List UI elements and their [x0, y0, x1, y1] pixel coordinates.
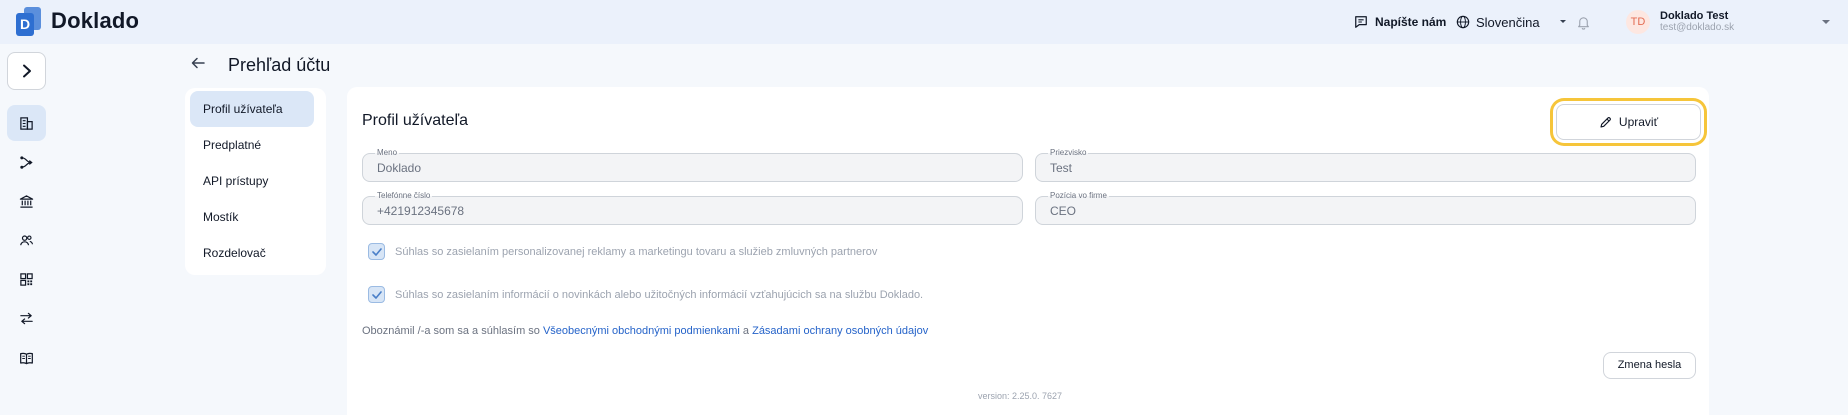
phone-value: +421912345678	[377, 204, 465, 218]
language-label: Slovenčina	[1476, 14, 1540, 30]
consent-marketing-checkbox[interactable]	[368, 243, 385, 260]
user-menu-caret[interactable]	[1822, 0, 1830, 44]
back-button[interactable]	[191, 56, 205, 74]
sidebar-item-companies[interactable]	[7, 105, 46, 141]
caret-down-icon	[1822, 20, 1830, 24]
consent-marketing: Súhlas so zasielaním personalizovanej re…	[368, 243, 877, 260]
chat-icon	[1355, 16, 1367, 28]
caret-down-icon	[1559, 20, 1566, 23]
language-select[interactable]: Slovenčina	[1456, 0, 1566, 44]
app-name: Doklado	[51, 8, 140, 33]
write-us-label: Napíšte nám	[1375, 15, 1447, 29]
last-name-field[interactable]: Priezvisko Test	[1035, 148, 1696, 182]
check-icon	[371, 290, 382, 299]
sidebar-item-qr[interactable]	[7, 261, 46, 297]
pencil-icon	[1600, 116, 1611, 128]
chevron-right-icon	[22, 64, 31, 78]
user-name: Doklado Test	[1660, 10, 1729, 22]
consent-marketing-label: Súhlas so zasielaním personalizovanej re…	[395, 245, 878, 258]
logo-icon: D	[14, 6, 44, 36]
edit-label: Upraviť	[1618, 115, 1659, 129]
menu-item-splitter[interactable]: Rozdelovač	[190, 235, 314, 271]
terms-text: Oboznámil /-a som sa a súhlasím so Všeob…	[362, 325, 928, 337]
write-us-button[interactable]: Napíšte nám	[1354, 0, 1446, 44]
bank-icon	[19, 194, 34, 208]
terms-prefix: Oboznámil /-a som sa a súhlasím so	[362, 325, 543, 337]
users-icon	[20, 234, 34, 245]
sidebar-toggle-button[interactable]	[7, 52, 46, 90]
user-info: Doklado Test test@doklado.sk	[1660, 10, 1734, 34]
flow-icon	[20, 155, 33, 169]
phone-label: Telefónne číslo	[375, 191, 433, 200]
consent-news-checkbox[interactable]	[368, 286, 385, 303]
avatar: TD	[1626, 10, 1650, 34]
menu-item-profile[interactable]: Profil užívateľa	[190, 91, 314, 127]
check-icon	[371, 247, 382, 256]
version-text: version: 2.25.0. 7627	[978, 391, 1063, 401]
bell-icon	[1578, 16, 1589, 30]
first-name-label: Meno	[375, 148, 400, 157]
terms-middle: a	[739, 325, 753, 337]
position-field[interactable]: Pozícia vo firme CEO	[1035, 191, 1696, 225]
sidebar-item-flows[interactable]	[7, 144, 46, 180]
buildings-icon	[20, 116, 33, 130]
menu-item-bridge[interactable]: Mostík	[190, 199, 314, 235]
sidebar-item-users[interactable]	[7, 222, 46, 258]
profile-title: Profil užívateľa	[362, 112, 469, 129]
change-password-button[interactable]: Zmena hesla	[1603, 352, 1696, 379]
arrow-left-icon	[191, 57, 205, 69]
menu-item-subscription[interactable]: Predplatné	[190, 127, 314, 163]
transfer-icon	[20, 312, 33, 324]
user-email: test@doklado.sk	[1660, 22, 1735, 33]
book-icon	[20, 352, 33, 364]
phone-field[interactable]: Telefónne číslo +421912345678	[362, 191, 1023, 225]
consent-news-label: Súhlas so zasielaním informácií o novink…	[395, 288, 924, 301]
last-name-value: Test	[1050, 161, 1073, 175]
position-label: Pozícia vo firme	[1048, 191, 1109, 200]
edit-button[interactable]: Upraviť	[1556, 104, 1701, 140]
top-bar: D Doklado Napíšte nám Slovenčina TD Dokl…	[0, 0, 1848, 44]
page-title: Prehľad účtu	[228, 55, 331, 75]
first-name-field[interactable]: Meno Doklado	[362, 148, 1023, 182]
sidebar-item-docs[interactable]	[7, 340, 46, 376]
sidebar-item-bank[interactable]	[7, 183, 46, 219]
account-menu: Profil užívateľa Predplatné API prístupy…	[185, 88, 326, 275]
user-menu[interactable]: TD Doklado Test test@doklado.sk	[1626, 0, 1734, 44]
terms-link[interactable]: Všeobecnými obchodnými podmienkami	[543, 325, 740, 337]
position-value: CEO	[1050, 204, 1077, 218]
menu-item-api-access[interactable]: API prístupy	[190, 163, 314, 199]
privacy-link[interactable]: Zásadami ochrany osobných údajov	[752, 325, 928, 337]
notifications-button[interactable]	[1576, 0, 1591, 44]
globe-icon	[1456, 15, 1470, 29]
last-name-label: Priezvisko	[1048, 148, 1089, 157]
first-name-value: Doklado	[377, 161, 422, 175]
consent-news: Súhlas so zasielaním informácií o novink…	[368, 286, 923, 303]
sidebar-item-transfers[interactable]	[7, 300, 46, 336]
app-logo[interactable]: D Doklado	[14, 6, 139, 36]
qr-code-icon	[20, 272, 33, 286]
